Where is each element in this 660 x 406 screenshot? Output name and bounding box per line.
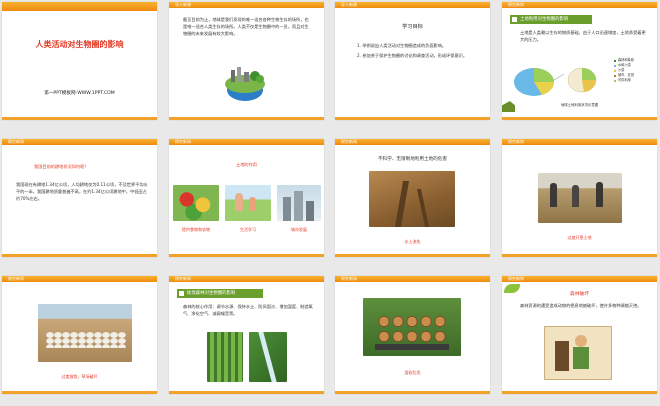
slide-5-thumbnail[interactable]: 探究新知 我国目前的耕地状况如何呢？ 我国现在有耕地1.34亿公顷，人均耕地仅为… [2,139,157,257]
slide-text: 土地是人类赖以生存的物质基础，由于人口迅速增加，土地承受着更大的压力。 [520,30,646,42]
site-label: 第一PPT模板网-WWW.1PPT.COM [44,91,115,96]
earth-picture [221,64,269,104]
slide-2-thumbnail[interactable]: 导入新课 截至目前为止，地球是我们发现的唯一适合各种生物生存的场所，也是唯一适合… [169,2,324,120]
slide-7-thumbnail[interactable]: 探究新知 不科学、无限制地利用土地的危害 水土流失 7 [335,139,490,257]
slide-header: 导入新课 [335,2,490,8]
slide-text: 森林的核心作用：调节水源、保持水土、防风固沙、增加湿度、制造氧气、净化空气、减弱… [183,304,313,316]
cartoon-picture [544,326,612,380]
slide-12-thumbnail[interactable]: 探究新知 森林破坏 森林资源的遭受造成动物的栖息地被破坏，使许多物种濒临灭绝。 … [502,276,657,394]
picture-caption: 过度放牧，草场破坏 [61,374,98,379]
slide-header: 探究新知 [502,276,657,282]
slide-footer [169,117,324,120]
slide-header: 探究新知 [2,139,157,145]
slide-tag: 探究新知 [175,139,191,144]
city-picture [277,185,321,221]
slide-footer [502,254,657,257]
slide-footer [502,117,657,120]
slide-tag: 探究新知 [175,276,191,281]
slide-text: 我国现在有耕地1.34亿公顷，人均耕地仅为0.11公顷，不及世界平均水平的一半，… [16,182,148,201]
slide-title: 人类活动对生物圈的影响 [35,40,124,49]
goal-item-1: 1. 举例说出人类活动对生物圈造成的负面影响。 [357,43,447,48]
slide-tag: 探究新知 [341,139,357,144]
slide-heading: 不科学、无限制地利用土地的危害 [378,157,447,162]
slide-question: 我国目前的耕地状况如何呢？ [34,164,89,169]
section-title: 砍伐森林对生物圈的影响 [177,289,263,298]
caption-living: 生活学习 [240,227,256,232]
slide-header [2,2,157,11]
slide-footer [169,391,324,394]
slide-3-thumbnail[interactable]: 导入新课 学习目标 1. 举例说出人类活动对生物圈造成的负面影响。 2. 参加关… [335,2,490,120]
picture-caption: 滥砍乱伐 [404,370,421,375]
caption-city: 城市发展 [291,227,307,232]
picture-caption: 水土流失 [404,239,421,244]
picture-caption: 过度开垦土地 [567,235,592,240]
chart-legend: 森林和草原 水和沙漠 沙漠 城市、农田 可供利用 [614,58,634,83]
slide-tag: 探究新知 [508,276,524,281]
slide-8-thumbnail[interactable]: 探究新知 过度开垦土地 8 [502,139,657,257]
slide-text: 森林资源的遭受造成动物的栖息地被破坏，使许多物种濒临灭绝。 [520,303,642,308]
slide-9-thumbnail[interactable]: 探究新知 过度放牧，草场破坏 9 [2,276,157,394]
slide-header: 探究新知 [169,276,324,282]
caption-food: 提供食物和衣物 [182,227,210,232]
slide-header: 探究新知 [169,139,324,145]
slide-footer [335,391,490,394]
slide-11-thumbnail[interactable]: 探究新知 滥砍乱伐 11 [335,276,490,394]
slide-tag: 探究新知 [8,276,24,281]
slide-tag: 导入新课 [341,2,357,7]
stream-picture [249,332,287,382]
slide-header: 探究新知 [2,276,157,282]
slide-header: 探究新知 [335,139,490,145]
section-title: 土地利用对生物圈的影响 [510,15,592,24]
slide-footer [169,254,324,257]
slide-header: 导入新课 [169,2,324,8]
family-picture [225,185,271,221]
slide-header: 探究新知 [502,2,657,8]
slide-heading: 学习目标 [402,24,423,30]
logging-picture [363,298,461,356]
slide-footer [2,391,157,394]
erosion-picture [369,171,455,227]
slide-tag: 探究新知 [8,139,24,144]
land-use-chart [514,67,597,96]
slide-footer [502,391,657,394]
slide-6-thumbnail[interactable]: 探究新知 土地的作用 提供食物和衣物 生活学习 城市发展 6 [169,139,324,257]
slide-1-thumbnail[interactable]: 人类活动对生物圈的影响 第一PPT模板网-WWW.1PPT.COM 1 [2,2,157,120]
slide-4-thumbnail[interactable]: 探究新知 土地利用对生物圈的影响 土地是人类赖以生存的物质基础，由于人口迅速增加… [502,2,657,120]
slide-footer [335,117,490,120]
goal-item-2: 2. 参加关于保护生物圈的讨论和调查活动，形成环保意识。 [357,53,468,58]
slide-10-thumbnail[interactable]: 探究新知 砍伐森林对生物圈的影响 森林的核心作用：调节水源、保持水土、防风固沙、… [169,276,324,394]
slide-tag: 探究新知 [508,139,524,144]
slide-heading: 森林破坏 [569,292,590,297]
food-picture [173,185,219,221]
slide-tag: 导入新课 [175,2,191,7]
grazing-picture [38,304,132,362]
slide-tag: 探究新知 [508,2,524,7]
slide-heading: 土地的作用 [236,162,257,167]
slide-header: 探究新知 [502,139,657,145]
farming-picture [538,173,622,223]
forest-picture [207,332,243,382]
slide-footer [335,254,490,257]
slide-footer [2,254,157,257]
chart-caption: 地球土地利用状况示意图 [560,103,599,107]
slide-footer [2,117,157,120]
slide-header: 探究新知 [335,276,490,282]
slide-text: 截至目前为止，地球是我们发现的唯一适合各种生物生存的场所，也是唯一适合人类生存的… [183,17,309,36]
slide-tag: 探究新知 [341,276,357,281]
